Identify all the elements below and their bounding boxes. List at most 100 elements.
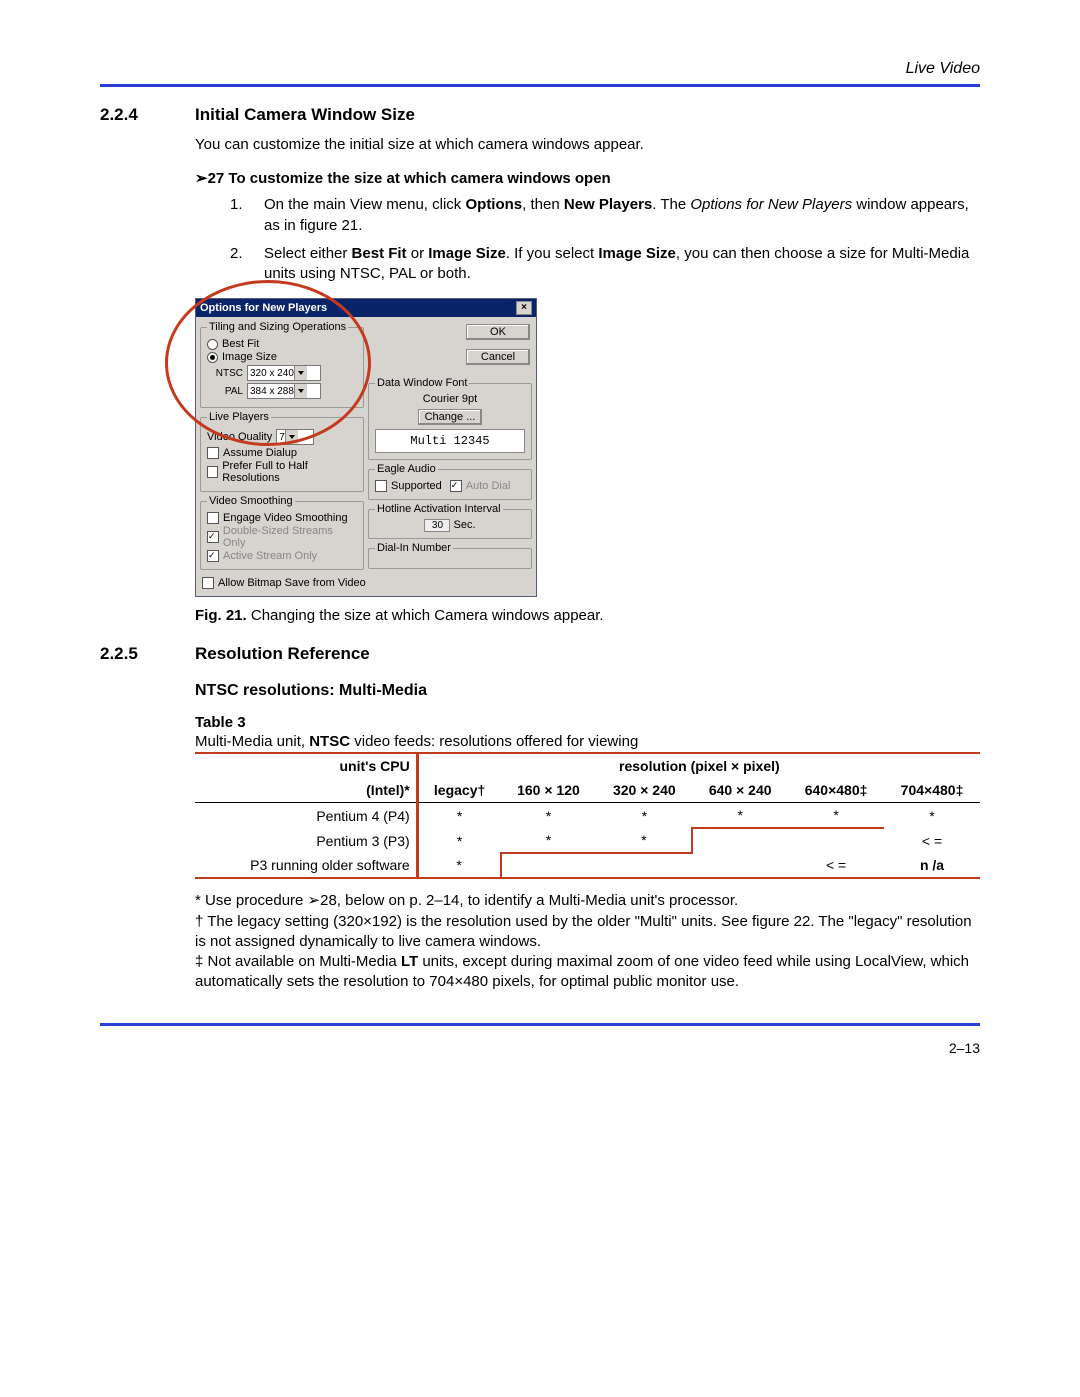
footnote-dagger: † The legacy setting (320×192) is the re… <box>195 912 980 953</box>
col-160x120: 160 × 120 <box>501 778 597 803</box>
row-label: Pentium 3 (P3) <box>195 828 417 853</box>
table-row: P3 running older software * < = n /a <box>195 853 980 878</box>
col-head-cpu: unit's CPU <box>195 753 417 778</box>
smoothing-group: Video Smoothing Engage Video Smoothing D… <box>200 495 364 570</box>
best-fit-radio[interactable]: Best Fit <box>207 338 357 350</box>
pal-row: PAL 384 x 288 <box>207 383 357 399</box>
section-224-heading: 2.2.4 Initial Camera Window Size <box>100 105 980 125</box>
text: ‡ Not available on Multi-Media <box>195 953 401 970</box>
live-legend: Live Players <box>207 411 271 423</box>
ntsc-combo[interactable]: 320 x 240 <box>247 365 321 381</box>
cell: * <box>596 803 692 829</box>
page: Live Video 2.2.4 Initial Camera Window S… <box>0 0 1080 1397</box>
cell <box>501 853 597 878</box>
row-label: Pentium 4 (P4) <box>195 803 417 829</box>
chevron-down-icon <box>294 366 307 380</box>
col-320x240: 320 × 240 <box>596 778 692 803</box>
label: Prefer Full to Half Resolutions <box>222 460 357 484</box>
hotline-value[interactable]: 30 <box>424 519 450 532</box>
font-group: Data Window Font Courier 9pt Change ... … <box>368 377 532 460</box>
cell <box>596 853 692 878</box>
section-title: Initial Camera Window Size <box>195 105 415 125</box>
auto-dial-check[interactable]: Auto Dial <box>450 480 511 492</box>
active-stream-check[interactable]: Active Stream Only <box>207 550 357 562</box>
engage-smooth-check[interactable]: Engage Video Smoothing <box>207 512 357 524</box>
double-sized-check[interactable]: Double-Sized Streams Only <box>207 525 357 549</box>
ntsc-subhead: NTSC resolutions: Multi-Media <box>195 682 980 700</box>
tiling-group: Tiling and Sizing Operations Best Fit Im… <box>200 321 364 408</box>
cell <box>788 828 884 853</box>
font-legend: Data Window Font <box>375 377 469 389</box>
col-head-intel: (Intel)* <box>195 778 417 803</box>
options-dialog: Options for New Players × Tiling and Siz… <box>195 298 537 597</box>
smooth-legend: Video Smoothing <box>207 495 295 507</box>
bold: New Players <box>564 196 652 213</box>
table-row: Pentium 4 (P4) * * * * * * <box>195 803 980 829</box>
figure-21-caption: Fig. 21. Changing the size at which Came… <box>195 607 980 624</box>
cell: < = <box>884 828 980 853</box>
live-players-group: Live Players Video Quality 7 Assume Dial… <box>200 411 364 492</box>
chevron-down-icon <box>285 430 298 444</box>
dialin-group: Dial-In Number <box>368 542 532 569</box>
cell: * <box>501 803 597 829</box>
cell: * <box>692 803 788 829</box>
bold: Best Fit <box>352 245 407 262</box>
label: Auto Dial <box>466 480 511 492</box>
step-1: 1. On the main View menu, click Options,… <box>230 195 980 236</box>
chevron-down-icon <box>294 384 307 398</box>
text: Select either <box>264 245 352 262</box>
pal-combo[interactable]: 384 x 288 <box>247 383 321 399</box>
table-footnotes: * Use procedure ➢28, below on p. 2–14, t… <box>195 891 980 992</box>
section-number: 2.2.5 <box>100 644 195 664</box>
image-size-radio[interactable]: Image Size <box>207 351 357 363</box>
cell <box>692 828 788 853</box>
bold: Image Size <box>598 245 676 262</box>
text: Multi-Media unit, <box>195 733 309 750</box>
font-sample: Multi 12345 <box>375 429 525 453</box>
bold: LT <box>401 953 418 970</box>
text: . The <box>652 196 690 213</box>
cell: * <box>884 803 980 829</box>
pal-label: PAL <box>207 386 243 397</box>
label: Supported <box>391 480 442 492</box>
col-640x240: 640 × 240 <box>692 778 788 803</box>
step-number: 2. <box>230 244 264 285</box>
text: , then <box>522 196 564 213</box>
tiling-legend: Tiling and Sizing Operations <box>207 321 348 333</box>
value: 320 x 240 <box>250 368 294 379</box>
col-legacy: legacy† <box>417 778 500 803</box>
bold: NTSC <box>309 733 350 750</box>
col-704x480: 704×480‡ <box>884 778 980 803</box>
section-225-heading: 2.2.5 Resolution Reference <box>100 644 980 664</box>
supported-check[interactable]: Supported <box>375 480 442 492</box>
video-quality-row: Video Quality 7 <box>207 429 357 445</box>
value: 384 x 288 <box>250 386 294 397</box>
eagle-legend: Eagle Audio <box>375 463 438 475</box>
section-number: 2.2.4 <box>100 105 195 125</box>
cell: n /a <box>884 853 980 878</box>
close-icon[interactable]: × <box>516 301 532 315</box>
cell: * <box>417 853 500 878</box>
ntsc-row: NTSC 320 x 240 <box>207 365 357 381</box>
fig-label: Fig. 21. <box>195 607 247 624</box>
cell: * <box>596 828 692 853</box>
change-button[interactable]: Change ... <box>418 409 482 425</box>
step-body: On the main View menu, click Options, th… <box>264 195 980 236</box>
vq-label: Video Quality <box>207 431 272 443</box>
col-640x480: 640×480‡ <box>788 778 884 803</box>
table-3-caption: Multi-Media unit, NTSC video feeds: reso… <box>195 733 980 750</box>
dialin-legend: Dial-In Number <box>375 542 453 554</box>
assume-dialup-check[interactable]: Assume Dialup <box>207 447 357 459</box>
ok-button[interactable]: OK <box>466 324 530 340</box>
resolution-table: unit's CPU resolution (pixel × pixel) (I… <box>195 752 980 879</box>
italic: Options for New Players <box>690 196 852 213</box>
allow-bitmap-check[interactable]: Allow Bitmap Save from Video <box>202 577 530 589</box>
vq-combo[interactable]: 7 <box>276 429 314 445</box>
cancel-button[interactable]: Cancel <box>466 349 530 365</box>
row-label: P3 running older software <box>195 853 417 878</box>
bold: Options <box>465 196 522 213</box>
prefer-full-check[interactable]: Prefer Full to Half Resolutions <box>207 460 357 484</box>
bottom-rule <box>100 1023 980 1026</box>
label: Engage Video Smoothing <box>223 512 348 524</box>
fig-text: Changing the size at which Camera window… <box>247 607 604 624</box>
